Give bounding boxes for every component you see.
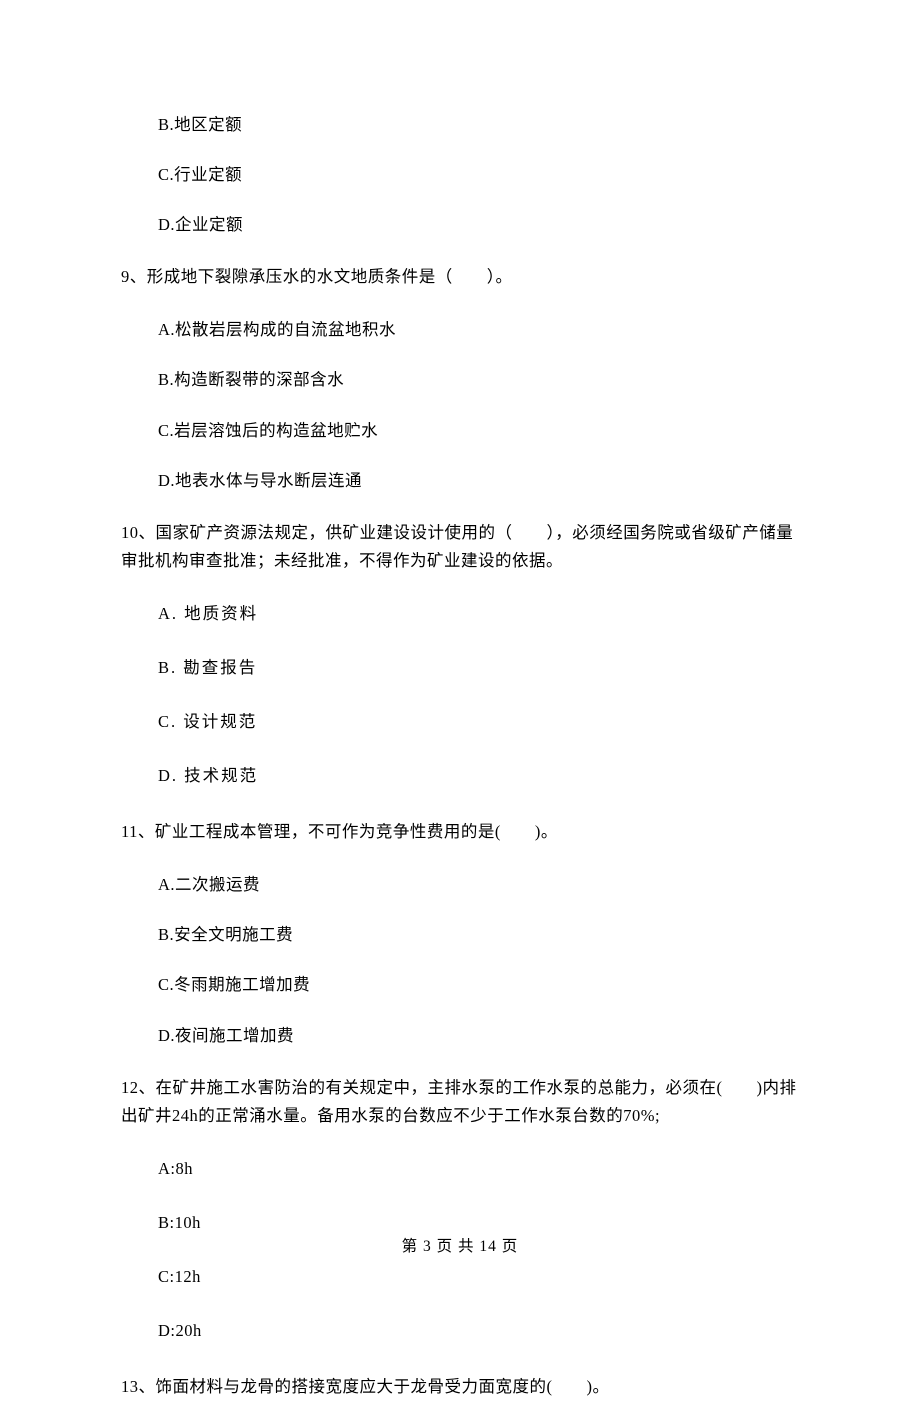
option-text: D:20h	[121, 1319, 799, 1342]
option-text: C. 设计规范	[121, 710, 799, 733]
option-text: A. 地质资料	[121, 602, 799, 625]
option-text: C.岩层溶蚀后的构造盆地贮水	[121, 419, 799, 442]
option-text: D.夜间施工增加费	[121, 1024, 799, 1047]
option-text: B.安全文明施工费	[121, 923, 799, 946]
option-text: D.地表水体与导水断层连通	[121, 469, 799, 492]
option-text: D.企业定额	[121, 213, 799, 236]
question-10: 10、国家矿产资源法规定，供矿业建设设计使用的（ ），必须经国务院或省级矿产储量…	[121, 519, 799, 575]
option-text: A.松散岩层构成的自流盆地积水	[121, 318, 799, 341]
option-text: B:10h	[121, 1211, 799, 1234]
option-text: B. 勘查报告	[121, 656, 799, 679]
question-13: 13、饰面材料与龙骨的搭接宽度应大于龙骨受力面宽度的( )。	[121, 1373, 799, 1401]
page-footer: 第 3 页 共 14 页	[0, 1236, 920, 1258]
question-9: 9、形成地下裂隙承压水的水文地质条件是（ ）。	[121, 263, 799, 291]
question-11: 11、矿业工程成本管理，不可作为竞争性费用的是( )。	[121, 818, 799, 846]
option-text: A.二次搬运费	[121, 873, 799, 896]
option-text: C.冬雨期施工增加费	[121, 973, 799, 996]
option-text: B.构造断裂带的深部含水	[121, 368, 799, 391]
question-12: 12、在矿井施工水害防治的有关规定中，主排水泵的工作水泵的总能力，必须在( )内…	[121, 1074, 799, 1130]
option-text: C:12h	[121, 1265, 799, 1288]
page-content: B.地区定额 C.行业定额 D.企业定额 9、形成地下裂隙承压水的水文地质条件是…	[0, 113, 920, 1401]
option-text: B.地区定额	[121, 113, 799, 136]
option-text: A:8h	[121, 1157, 799, 1180]
option-text: C.行业定额	[121, 163, 799, 186]
option-text: D. 技术规范	[121, 764, 799, 787]
